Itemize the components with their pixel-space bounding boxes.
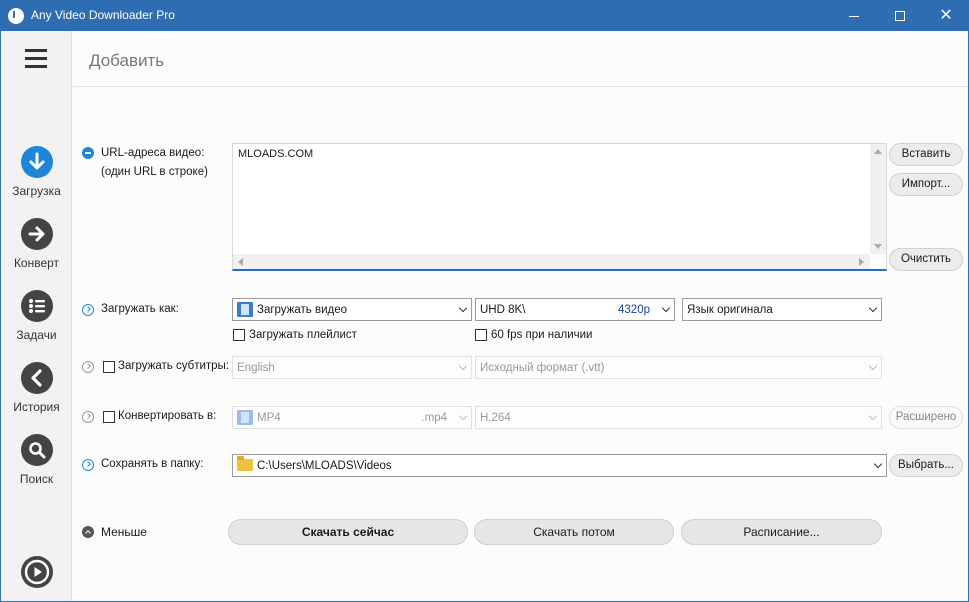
maximize-icon bbox=[895, 11, 905, 22]
chevron-down-icon bbox=[661, 303, 671, 313]
subtitles-label: Загружать субтитры: bbox=[118, 360, 230, 372]
maximize-button[interactable] bbox=[877, 0, 923, 31]
chevron-down-icon bbox=[458, 303, 468, 313]
subtitle-format-select[interactable]: Исходный формат (.vtt) bbox=[475, 356, 882, 379]
quality-resolution: 4320p bbox=[618, 304, 650, 316]
sidebar-item-label: Загрузка bbox=[12, 184, 61, 198]
quality-select[interactable]: UHD 8K\ 4320p bbox=[475, 298, 675, 321]
convert-format-ext: .mp4 bbox=[421, 412, 447, 424]
url-value: MLOADS.COM bbox=[238, 148, 314, 160]
film-icon bbox=[237, 302, 253, 317]
expand-save-to-icon[interactable] bbox=[82, 459, 94, 471]
play-icon bbox=[20, 556, 53, 588]
title-bar: Any Video Downloader Pro ✕ bbox=[0, 0, 969, 31]
codec-value: H.264 bbox=[480, 412, 511, 424]
scroll-right-icon[interactable] bbox=[859, 258, 864, 266]
subtitle-format-value: Исходный формат (.vtt) bbox=[480, 362, 605, 374]
folder-icon bbox=[237, 456, 253, 471]
quality-value: UHD 8K\ bbox=[480, 304, 526, 316]
convert-label: Конвертировать в: bbox=[118, 410, 217, 422]
subtitles-checkbox[interactable] bbox=[103, 361, 115, 373]
download-later-button[interactable]: Скачать потом bbox=[474, 519, 674, 545]
chevron-down-icon bbox=[458, 411, 468, 421]
main-window: Загрузка Конверт Задачи История Поиск До… bbox=[1, 31, 968, 601]
chevron-down-icon bbox=[458, 361, 468, 371]
sidebar: Загрузка Конверт Задачи История Поиск bbox=[1, 31, 72, 601]
url-textarea[interactable]: MLOADS.COM bbox=[232, 143, 887, 271]
subtitle-language-select[interactable]: English bbox=[232, 356, 472, 379]
expand-convert-icon[interactable] bbox=[82, 411, 94, 423]
convert-format-select[interactable]: MP4 .mp4 bbox=[232, 406, 472, 429]
download-as-label: Загружать как: bbox=[101, 303, 179, 315]
import-button[interactable]: Импорт... bbox=[889, 173, 963, 196]
paste-button[interactable]: Вставить bbox=[889, 143, 963, 166]
horizontal-scrollbar[interactable] bbox=[233, 254, 870, 269]
chevron-left-icon bbox=[20, 362, 53, 394]
save-path-value: C:\Users\MLOADS\Videos bbox=[257, 460, 392, 472]
page-title: Добавить bbox=[89, 51, 165, 70]
close-icon: ✕ bbox=[939, 7, 953, 24]
less-toggle[interactable]: Меньше bbox=[101, 525, 147, 539]
sidebar-item-label: Конверт bbox=[13, 256, 60, 270]
chevron-down-icon bbox=[868, 361, 878, 371]
schedule-button[interactable]: Расписание... bbox=[681, 519, 882, 545]
browse-button[interactable]: Выбрать... bbox=[889, 454, 963, 477]
window-title: Any Video Downloader Pro bbox=[31, 8, 175, 22]
fps-checkbox[interactable] bbox=[475, 329, 487, 341]
scroll-down-icon[interactable] bbox=[874, 244, 882, 249]
scroll-up-icon[interactable] bbox=[874, 149, 882, 154]
chevron-down-icon bbox=[868, 411, 878, 421]
convert-checkbox[interactable] bbox=[103, 411, 115, 423]
download-now-button[interactable]: Скачать сейчас bbox=[228, 519, 468, 545]
minimize-icon bbox=[849, 15, 859, 17]
sidebar-item-convert[interactable]: Конверт bbox=[1, 218, 72, 270]
film-icon bbox=[237, 410, 253, 425]
header-divider bbox=[73, 86, 968, 87]
expand-subtitles-icon[interactable] bbox=[82, 361, 94, 373]
sidebar-item-search[interactable]: Поиск bbox=[1, 434, 72, 486]
download-mode-value: Загружать видео bbox=[257, 304, 348, 316]
download-mode-select[interactable]: Загружать видео bbox=[232, 298, 472, 321]
menu-icon[interactable] bbox=[25, 49, 47, 68]
sidebar-item-tasks[interactable]: Задачи bbox=[1, 290, 72, 342]
sidebar-item-history[interactable]: История bbox=[1, 362, 72, 414]
sidebar-item-label: Задачи bbox=[16, 328, 57, 342]
language-select[interactable]: Язык оригинала bbox=[682, 298, 882, 321]
clear-button[interactable]: Очистить bbox=[889, 248, 963, 271]
chevron-down-icon bbox=[873, 459, 883, 469]
app-download-icon bbox=[8, 8, 24, 24]
chevron-down-icon bbox=[868, 303, 878, 313]
save-to-label: Сохранять в папку: bbox=[101, 458, 204, 470]
sidebar-item-label: Поиск bbox=[19, 472, 54, 486]
subtitle-language-value: English bbox=[237, 362, 275, 374]
list-icon bbox=[20, 290, 53, 322]
advanced-button[interactable]: Расширено bbox=[889, 406, 963, 429]
collapse-less-icon[interactable] bbox=[82, 526, 94, 538]
close-button[interactable]: ✕ bbox=[923, 0, 969, 31]
search-icon bbox=[20, 434, 53, 466]
arrow-right-icon bbox=[20, 218, 53, 250]
codec-select[interactable]: H.264 bbox=[475, 406, 882, 429]
collapse-url-icon[interactable] bbox=[82, 147, 94, 159]
playlist-checkbox[interactable] bbox=[233, 329, 245, 341]
save-path-select[interactable]: C:\Users\MLOADS\Videos bbox=[232, 454, 887, 477]
expand-download-as-icon[interactable] bbox=[82, 304, 94, 316]
minimize-button[interactable] bbox=[831, 0, 877, 31]
url-label: URL-адреса видео: bbox=[101, 147, 205, 159]
playlist-label: Загружать плейлист bbox=[249, 329, 357, 341]
url-hint: (один URL в строке) bbox=[101, 166, 208, 178]
vertical-scrollbar[interactable] bbox=[870, 144, 886, 254]
fps-label: 60 fps при наличии bbox=[491, 329, 593, 341]
sidebar-item-download[interactable]: Загрузка bbox=[1, 146, 72, 198]
convert-format-value: MP4 bbox=[257, 412, 281, 424]
scroll-left-icon[interactable] bbox=[238, 258, 243, 266]
sidebar-item-label: История bbox=[13, 400, 60, 414]
sidebar-play-button[interactable] bbox=[1, 556, 72, 588]
download-arrow-icon bbox=[20, 146, 53, 178]
language-value: Язык оригинала bbox=[687, 304, 773, 316]
